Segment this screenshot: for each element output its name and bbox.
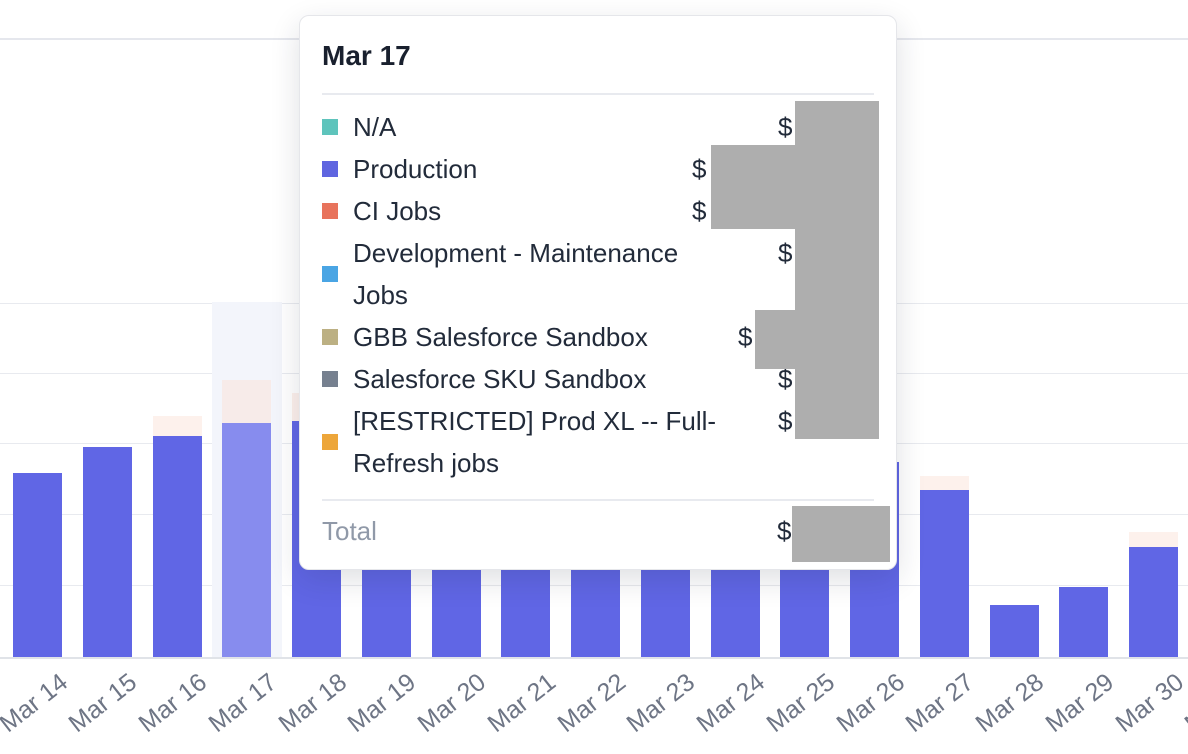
- tooltip-row-development-maintenance: Development - Maintenance Jobs $: [322, 232, 874, 316]
- bar-cap-segment-mar-17[interactable]: [222, 380, 271, 423]
- x-axis-label: Mar 22: [552, 668, 631, 739]
- x-axis-label: Mar 18: [273, 668, 352, 739]
- series-swatch-gbb: [322, 329, 338, 345]
- tooltip-row-na: N/A $: [322, 106, 874, 148]
- series-swatch-sku: [322, 371, 338, 387]
- redaction-box: [795, 101, 879, 439]
- bar-mar-16[interactable]: [153, 436, 202, 657]
- series-swatch-ci-jobs: [322, 203, 338, 219]
- tooltip-divider: [322, 499, 874, 501]
- tooltip-row-restricted-prod-xl: [RESTRICTED] Prod XL -- Full-Refresh job…: [322, 400, 874, 484]
- x-axis-label: Mar 19: [343, 668, 422, 739]
- x-axis-label: Mar 31: [1180, 668, 1188, 739]
- series-label: CI Jobs: [353, 190, 441, 232]
- chart-tooltip: Mar 17 N/A $ Production $ CI Jobs $ Deve…: [299, 15, 897, 570]
- series-value: $: [778, 232, 792, 274]
- tooltip-divider: [322, 93, 874, 95]
- total-label: Total: [322, 516, 377, 546]
- series-label: GBB Salesforce Sandbox: [353, 316, 648, 358]
- x-axis-label: Mar 17: [203, 668, 282, 739]
- x-axis-label: Mar 25: [761, 668, 840, 739]
- series-value: $: [692, 148, 706, 190]
- bar-mar-30[interactable]: [1129, 547, 1178, 657]
- series-value: $: [692, 190, 706, 232]
- x-axis-label: Mar 23: [622, 668, 701, 739]
- bar-mar-15[interactable]: [83, 447, 132, 657]
- x-axis-line: [0, 657, 1188, 659]
- bar-mar-17[interactable]: [222, 423, 271, 657]
- series-label: Production: [353, 148, 477, 190]
- bar-mar-14[interactable]: [13, 473, 62, 657]
- bar-mar-27[interactable]: [920, 490, 969, 657]
- series-swatch-restricted: [322, 434, 338, 450]
- x-axis-label: Mar 27: [901, 668, 980, 739]
- bar-cap-segment-mar-30[interactable]: [1129, 532, 1178, 547]
- redaction-box: [792, 506, 890, 562]
- bar-mar-28[interactable]: [990, 605, 1039, 657]
- series-label: [RESTRICTED] Prod XL -- Full-Refresh job…: [353, 400, 718, 484]
- series-swatch-production: [322, 161, 338, 177]
- series-value: $: [738, 316, 752, 358]
- series-value: $: [778, 400, 792, 442]
- bar-cap-segment-mar-27[interactable]: [920, 476, 969, 490]
- x-axis-labels: Mar 14Mar 15Mar 16Mar 17Mar 18Mar 19Mar …: [0, 668, 1188, 754]
- x-axis-label: Mar 28: [971, 668, 1050, 739]
- redaction-box: [711, 145, 795, 229]
- x-axis-label: Mar 30: [1110, 668, 1188, 739]
- series-label: Salesforce SKU Sandbox: [353, 358, 646, 400]
- series-label: N/A: [353, 106, 396, 148]
- series-swatch-development: [322, 266, 338, 282]
- x-axis-label: Mar 20: [413, 668, 492, 739]
- tooltip-title: Mar 17: [322, 40, 411, 72]
- x-axis-label: Mar 16: [134, 668, 213, 739]
- x-axis-label: Mar 26: [831, 668, 910, 739]
- series-value: $: [778, 106, 792, 148]
- x-axis-label: Mar 21: [482, 668, 561, 739]
- series-swatch-na: [322, 119, 338, 135]
- x-axis-label: Mar 29: [1040, 668, 1119, 739]
- x-axis-label: Mar 15: [64, 668, 143, 739]
- bar-mar-29[interactable]: [1059, 587, 1108, 657]
- redaction-box: [755, 310, 795, 369]
- x-axis-label: Mar 14: [0, 668, 73, 739]
- bar-cap-segment-mar-16[interactable]: [153, 416, 202, 436]
- total-value: $: [777, 510, 791, 552]
- x-axis-label: Mar 24: [692, 668, 771, 739]
- series-label: Development - Maintenance Jobs: [353, 232, 718, 316]
